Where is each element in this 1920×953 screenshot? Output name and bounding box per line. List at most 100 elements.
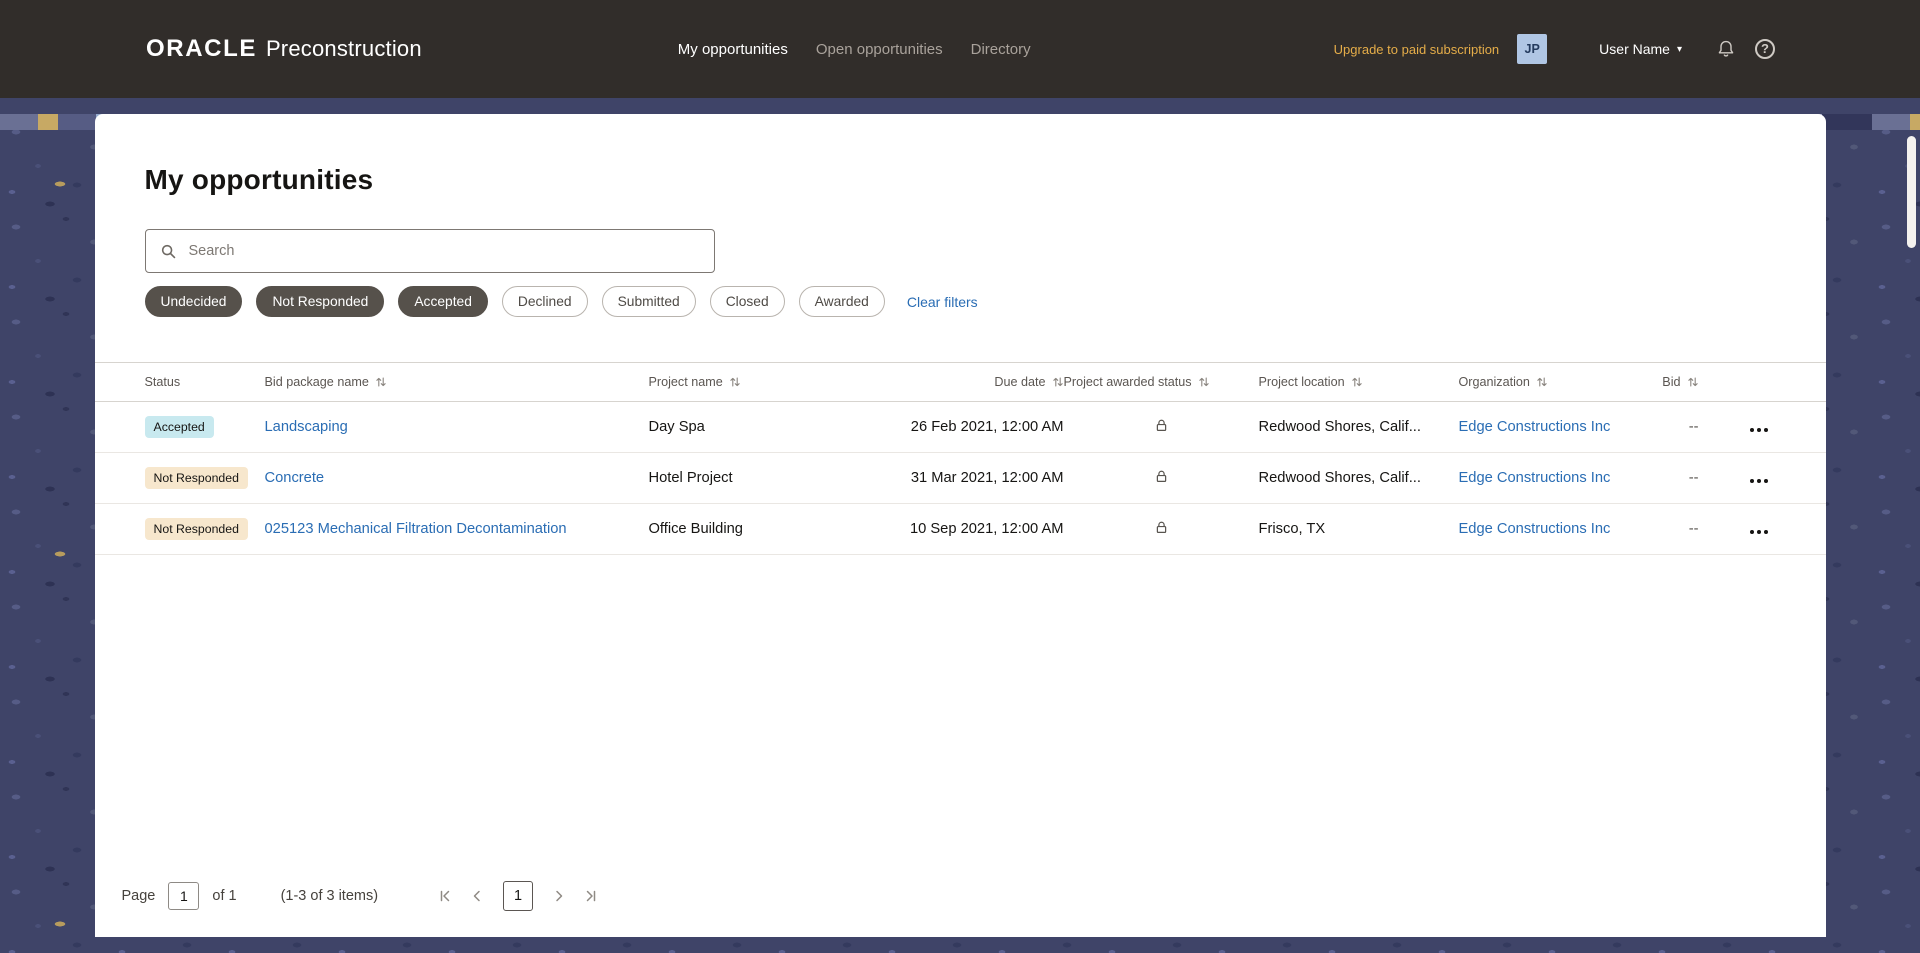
- filter-chip-not-responded[interactable]: Not Responded: [256, 286, 385, 317]
- bid-package-link[interactable]: 025123 Mechanical Filtration Decontamina…: [265, 521, 567, 537]
- current-page-button[interactable]: 1: [503, 881, 534, 911]
- clear-filters-link[interactable]: Clear filters: [907, 294, 978, 310]
- filter-chip-declined[interactable]: Declined: [501, 286, 588, 317]
- upgrade-subscription-link[interactable]: Upgrade to paid subscription: [1334, 42, 1500, 57]
- organization-cell: Edge Constructions Inc: [1459, 521, 1644, 537]
- organization-link[interactable]: Edge Constructions Inc: [1459, 521, 1611, 537]
- status-cell: Not Responded: [144, 467, 265, 489]
- avatar[interactable]: JP: [1517, 34, 1548, 64]
- column-header-due-date[interactable]: Due date: [894, 375, 1064, 389]
- row-actions-button[interactable]: [1743, 465, 1772, 492]
- filter-chip-awarded[interactable]: Awarded: [798, 286, 885, 317]
- actions-cell: [1699, 414, 1776, 441]
- nav-item-open-opportunities[interactable]: Open opportunities: [816, 41, 943, 58]
- first-page-button[interactable]: [434, 885, 456, 907]
- bid-cell: --: [1688, 521, 1699, 537]
- opportunities-table: Status Bid package name Project name Due da…: [94, 362, 1826, 555]
- bid-cell: --: [1688, 470, 1699, 486]
- bid-package-link[interactable]: Concrete: [265, 470, 325, 486]
- navbar-right-group: Upgrade to paid subscription JP User Nam…: [1334, 34, 1775, 64]
- last-page-button[interactable]: [580, 885, 602, 907]
- filter-chip-submitted[interactable]: Submitted: [601, 286, 696, 317]
- table-row: Not Responded Concrete Hotel Project 31 …: [94, 453, 1826, 504]
- organization-cell: Edge Constructions Inc: [1459, 470, 1644, 486]
- due-date-cell: 10 Sep 2021, 12:00 AM: [909, 521, 1064, 537]
- pagination: Page of 1 (1-3 of 3 items) 1: [95, 881, 1826, 911]
- brand-oracle-text: ORACLE: [146, 35, 257, 62]
- notifications-button[interactable]: [1716, 39, 1736, 59]
- table-header-row: Status Bid package name Project name Due da…: [94, 362, 1826, 402]
- lock-icon: [1156, 419, 1166, 431]
- filter-chip-undecided[interactable]: Undecided: [144, 286, 243, 317]
- user-menu[interactable]: User Name ▾: [1599, 41, 1682, 57]
- lock-icon: [1156, 521, 1166, 533]
- filter-chip-closed[interactable]: Closed: [709, 286, 785, 317]
- ellipsis-icon: [1749, 478, 1754, 483]
- previous-page-button[interactable]: [466, 885, 488, 907]
- status-badge: Not Responded: [144, 518, 248, 540]
- help-button[interactable]: ?: [1755, 39, 1775, 59]
- help-icon: ?: [1755, 39, 1775, 59]
- status-cell: Accepted: [144, 416, 265, 438]
- bid-package-cell: Concrete: [265, 470, 649, 486]
- column-header-project-name[interactable]: Project name: [649, 375, 894, 389]
- page-background: My opportunities Undecided Not Responded A…: [0, 114, 1920, 953]
- next-page-icon: [556, 890, 563, 902]
- project-location-cell: Frisco, TX: [1258, 521, 1326, 537]
- organization-cell: Edge Constructions Inc: [1459, 419, 1644, 435]
- status-cell: Not Responded: [144, 518, 265, 540]
- column-header-project-awarded-status[interactable]: Project awarded status: [1064, 375, 1259, 389]
- status-badge: Not Responded: [144, 467, 248, 489]
- previous-page-icon: [473, 890, 480, 902]
- nav-item-my-opportunities[interactable]: My opportunities: [678, 41, 788, 58]
- column-header-status: Status: [144, 375, 181, 389]
- row-actions-button[interactable]: [1743, 516, 1772, 543]
- row-actions-button[interactable]: [1743, 414, 1772, 441]
- sort-icon: [1198, 377, 1209, 387]
- column-header-bid-package-name[interactable]: Bid package name: [265, 375, 649, 389]
- page-title: My opportunities: [144, 164, 374, 195]
- next-page-button[interactable]: [548, 885, 570, 907]
- sort-icon: [1052, 377, 1063, 387]
- search-box: [144, 229, 715, 273]
- bell-icon: [1718, 40, 1734, 57]
- sort-icon: [1351, 377, 1362, 387]
- organization-link[interactable]: Edge Constructions Inc: [1459, 470, 1611, 486]
- project-location-cell: Redwood Shores, Calif...: [1258, 419, 1421, 435]
- main-nav: My opportunities Open opportunities Direct…: [678, 41, 1031, 58]
- first-page-icon: [440, 890, 450, 902]
- app-root: ORACLE Preconstruction My opportunities O…: [0, 0, 1920, 953]
- column-header-bid[interactable]: Bid: [1644, 375, 1699, 389]
- project-name-cell: Office Building: [648, 521, 743, 537]
- lock-icon: [1156, 470, 1166, 482]
- search-input[interactable]: [186, 242, 714, 260]
- sort-icon: [376, 377, 386, 387]
- last-page-icon: [586, 890, 596, 902]
- brand-logo[interactable]: ORACLE Preconstruction: [146, 35, 422, 63]
- table-body: Accepted Landscaping Day Spa 26 Feb 2021…: [94, 402, 1826, 555]
- table-row: Not Responded 025123 Mechanical Filtrati…: [94, 504, 1826, 555]
- project-awarded-status-cell: [1064, 469, 1259, 488]
- page-number-input[interactable]: [168, 882, 200, 910]
- bid-package-cell: 025123 Mechanical Filtration Decontamina…: [265, 521, 649, 537]
- user-name-label: User Name: [1599, 41, 1670, 57]
- column-header-project-location[interactable]: Project location: [1259, 375, 1459, 389]
- sort-icon: [1687, 377, 1698, 387]
- bid-package-link[interactable]: Landscaping: [265, 419, 348, 435]
- filter-bar: Undecided Not Responded Accepted Declined Su…: [144, 286, 1776, 317]
- ellipsis-icon: [1749, 427, 1754, 432]
- nav-item-directory[interactable]: Directory: [971, 41, 1031, 58]
- content-card: My opportunities Undecided Not Responded A…: [94, 114, 1826, 937]
- filter-chips: Undecided Not Responded Accepted Declined Su…: [144, 286, 885, 317]
- top-navbar: ORACLE Preconstruction My opportunities O…: [0, 0, 1920, 98]
- bid-package-cell: Landscaping: [265, 419, 649, 435]
- ellipsis-icon: [1749, 529, 1754, 534]
- organization-link[interactable]: Edge Constructions Inc: [1459, 419, 1611, 435]
- filter-chip-accepted[interactable]: Accepted: [398, 286, 488, 317]
- project-awarded-status-cell: [1064, 520, 1259, 539]
- actions-cell: [1699, 465, 1776, 492]
- column-header-organization[interactable]: Organization: [1459, 375, 1644, 389]
- pager-controls: 1: [434, 881, 602, 911]
- scrollbar-thumb[interactable]: [1907, 136, 1916, 248]
- actions-cell: [1699, 516, 1776, 543]
